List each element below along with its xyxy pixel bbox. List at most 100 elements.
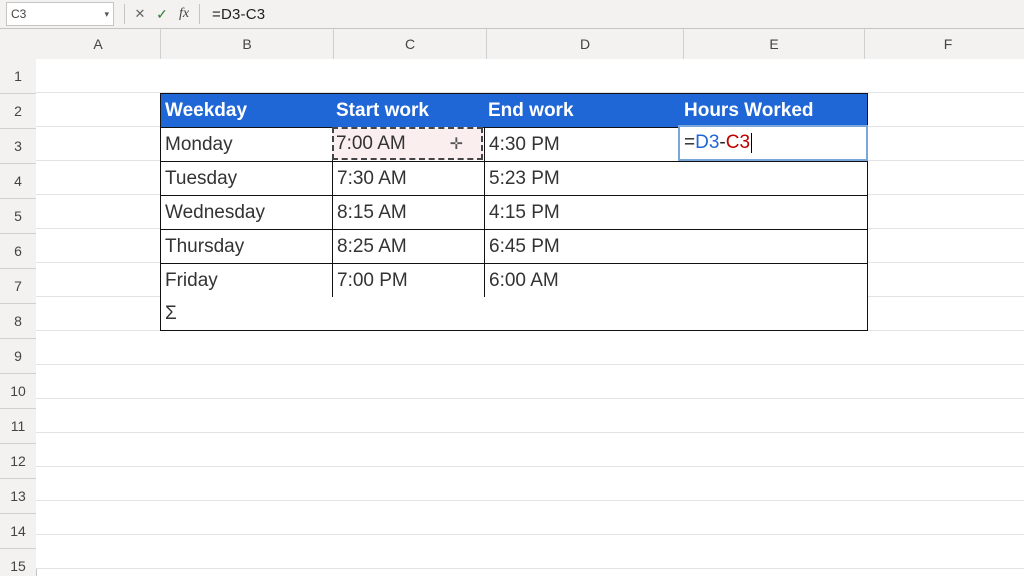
cell-C10[interactable] <box>332 365 492 399</box>
column-header-d[interactable]: D <box>487 29 684 60</box>
row-header-9[interactable]: 9 <box>0 339 37 374</box>
cell-F13[interactable] <box>860 467 1024 501</box>
cell-E14[interactable] <box>680 501 868 535</box>
cell-F14[interactable] <box>860 501 1024 535</box>
cell-D10[interactable] <box>484 365 688 399</box>
cell-B15[interactable] <box>160 535 340 569</box>
cell-A10[interactable] <box>36 365 168 399</box>
cell-C14[interactable] <box>332 501 492 535</box>
cell-A12[interactable] <box>36 433 168 467</box>
cell-C11[interactable] <box>332 399 492 433</box>
row-header-5[interactable]: 5 <box>0 199 37 234</box>
cell-D14[interactable] <box>484 501 688 535</box>
cell-F8[interactable] <box>860 297 1024 331</box>
cancel-button[interactable]: ✕ <box>129 6 151 22</box>
cell-E10[interactable] <box>680 365 868 399</box>
row-header-8[interactable]: 8 <box>0 304 37 339</box>
cell-B13[interactable] <box>160 467 340 501</box>
cell-A4[interactable] <box>36 161 168 195</box>
cell-A7[interactable] <box>36 263 168 297</box>
cell-E13[interactable] <box>680 467 868 501</box>
name-box-value: C3 <box>11 7 26 21</box>
editing-cell[interactable]: =D3-C3 <box>678 125 868 161</box>
cell-D9[interactable] <box>484 331 688 365</box>
cell-B11[interactable] <box>160 399 340 433</box>
cell-C12[interactable] <box>332 433 492 467</box>
column-header-b[interactable]: B <box>161 29 334 60</box>
cell-B10[interactable] <box>160 365 340 399</box>
cell-D15[interactable] <box>484 535 688 569</box>
cell-hours-4[interactable] <box>680 161 868 196</box>
cell-F9[interactable] <box>860 331 1024 365</box>
cell-A2[interactable] <box>36 93 168 127</box>
cell-F10[interactable] <box>860 365 1024 399</box>
cell-E15[interactable] <box>680 535 868 569</box>
cell-E11[interactable] <box>680 399 868 433</box>
cell-F1[interactable] <box>860 59 1024 93</box>
row-header-6[interactable]: 6 <box>0 234 37 269</box>
cell-A14[interactable] <box>36 501 168 535</box>
cell-D13[interactable] <box>484 467 688 501</box>
cell-A1[interactable] <box>36 59 168 93</box>
cell-hours-6[interactable] <box>680 229 868 264</box>
select-all-corner[interactable] <box>0 29 37 60</box>
cell-F4[interactable] <box>860 161 1024 195</box>
row-header-15[interactable]: 15 <box>0 549 37 576</box>
cell-A3[interactable] <box>36 127 168 161</box>
row-header-13[interactable]: 13 <box>0 479 37 514</box>
cell-A8[interactable] <box>36 297 168 331</box>
cell-end-4: 5:23 PM <box>484 161 689 196</box>
cell-F12[interactable] <box>860 433 1024 467</box>
cell-A6[interactable] <box>36 229 168 263</box>
cell-F11[interactable] <box>860 399 1024 433</box>
cell-B1[interactable] <box>160 59 340 93</box>
cell-D11[interactable] <box>484 399 688 433</box>
cell-hours-5[interactable] <box>680 195 868 230</box>
cell-F5[interactable] <box>860 195 1024 229</box>
cell-B14[interactable] <box>160 501 340 535</box>
row-header-2[interactable]: 2 <box>0 94 37 129</box>
spreadsheet-grid[interactable]: ABCDEF 123456789101112131415 WeekdayStar… <box>0 29 1024 576</box>
cell-F6[interactable] <box>860 229 1024 263</box>
cell-A11[interactable] <box>36 399 168 433</box>
cell-C13[interactable] <box>332 467 492 501</box>
cell-A13[interactable] <box>36 467 168 501</box>
row-header-1[interactable]: 1 <box>0 59 37 94</box>
cell-hours-7[interactable] <box>680 263 868 298</box>
row-header-4[interactable]: 4 <box>0 164 37 199</box>
cell-E12[interactable] <box>680 433 868 467</box>
column-header-e[interactable]: E <box>684 29 865 60</box>
column-header-a[interactable]: A <box>36 29 161 60</box>
cell-A5[interactable] <box>36 195 168 229</box>
row-header-12[interactable]: 12 <box>0 444 37 479</box>
row-header-14[interactable]: 14 <box>0 514 37 549</box>
cell-F2[interactable] <box>860 93 1024 127</box>
cell-D12[interactable] <box>484 433 688 467</box>
cell-B12[interactable] <box>160 433 340 467</box>
cell-F3[interactable] <box>860 127 1024 161</box>
fx-button[interactable]: fx <box>173 6 195 22</box>
accept-button[interactable]: ✓ <box>151 6 173 23</box>
sum-hours[interactable] <box>680 297 868 331</box>
row-header-3[interactable]: 3 <box>0 129 37 164</box>
cell-E9[interactable] <box>680 331 868 365</box>
cell-C15[interactable] <box>332 535 492 569</box>
cell-F7[interactable] <box>860 263 1024 297</box>
cell-A9[interactable] <box>36 331 168 365</box>
row-header-7[interactable]: 7 <box>0 269 37 304</box>
formula-input[interactable]: =D3-C3 <box>204 6 1024 23</box>
cell-E1[interactable] <box>680 59 868 93</box>
column-header-c[interactable]: C <box>334 29 487 60</box>
cell-weekday-3: Monday <box>160 127 341 162</box>
cell-C1[interactable] <box>332 59 492 93</box>
chevron-down-icon[interactable]: ▾ <box>104 9 109 20</box>
cell-D1[interactable] <box>484 59 688 93</box>
name-box[interactable]: C3 ▾ <box>6 2 114 26</box>
row-header-10[interactable]: 10 <box>0 374 37 409</box>
row-header-11[interactable]: 11 <box>0 409 37 444</box>
column-header-f[interactable]: F <box>865 29 1024 60</box>
cell-F15[interactable] <box>860 535 1024 569</box>
cell-A15[interactable] <box>36 535 168 569</box>
cell-B9[interactable] <box>160 331 340 365</box>
cell-C9[interactable] <box>332 331 492 365</box>
